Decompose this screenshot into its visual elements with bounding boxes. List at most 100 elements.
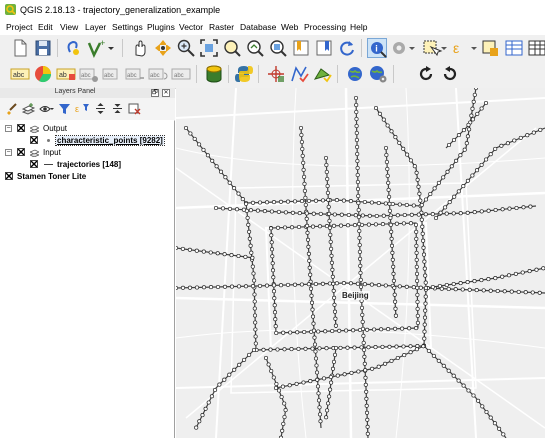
layer-group-input[interactable]: − Input bbox=[0, 147, 174, 158]
pin-label-button[interactable]: abc bbox=[79, 64, 99, 84]
menu-raster[interactable]: Raster bbox=[209, 22, 234, 32]
characteristic-points-visibility-checkbox[interactable] bbox=[30, 136, 38, 144]
characteristic-point-marker bbox=[187, 285, 193, 290]
new-bookmark-button[interactable] bbox=[291, 38, 311, 58]
refresh-button[interactable] bbox=[337, 38, 357, 58]
rotate-label-button[interactable]: abc bbox=[148, 64, 168, 84]
add-vector-button[interactable]: + bbox=[86, 38, 116, 58]
attribute-table-button[interactable] bbox=[504, 38, 524, 58]
output-visibility-checkbox[interactable] bbox=[17, 124, 25, 132]
characteristic-point-marker bbox=[408, 344, 413, 349]
layer-stamen-toner-lite[interactable]: Stamen Toner Lite bbox=[0, 171, 174, 182]
select-features-button[interactable] bbox=[421, 38, 447, 58]
characteristic-point-marker bbox=[394, 221, 399, 226]
remove-layer-button[interactable] bbox=[128, 102, 141, 115]
filter-legend-button[interactable] bbox=[58, 102, 71, 115]
map-canvas[interactable]: Beijing bbox=[176, 88, 545, 438]
manage-visibility-button[interactable] bbox=[39, 102, 54, 115]
menu-vector[interactable]: Vector bbox=[179, 22, 203, 32]
characteristic-point-marker bbox=[237, 362, 242, 367]
select-by-value-button[interactable]: ε bbox=[451, 38, 477, 58]
georeferencer-button[interactable] bbox=[266, 64, 286, 84]
pan-button[interactable] bbox=[130, 38, 150, 58]
db-manager-button[interactable] bbox=[204, 64, 224, 84]
collapse-input-toggle[interactable]: − bbox=[5, 149, 12, 156]
characteristic-point-marker bbox=[331, 288, 336, 293]
characteristic-point-marker bbox=[348, 281, 353, 286]
show-bookmarks-button[interactable] bbox=[314, 38, 334, 58]
label-tool-button[interactable]: abc bbox=[10, 64, 30, 84]
characteristic-point-marker bbox=[272, 296, 277, 301]
characteristic-point-marker bbox=[354, 123, 359, 129]
close-panel-button[interactable]: ✕ bbox=[162, 89, 170, 97]
add-layer-button[interactable] bbox=[63, 38, 83, 58]
collapse-output-toggle[interactable]: − bbox=[5, 125, 12, 132]
diagram-tool-button[interactable] bbox=[33, 64, 53, 84]
field-calculator-icon bbox=[528, 40, 545, 56]
characteristic-point-marker bbox=[332, 309, 338, 314]
menu-processing[interactable]: Processing bbox=[304, 22, 346, 32]
zoom-to-selection-button[interactable] bbox=[222, 38, 242, 58]
menu-plugins[interactable]: Plugins bbox=[147, 22, 175, 32]
characteristic-point-marker bbox=[330, 328, 335, 334]
geometry-checker-button[interactable] bbox=[289, 64, 309, 84]
expand-all-button[interactable] bbox=[94, 102, 107, 115]
characteristic-point-marker bbox=[530, 290, 535, 295]
add-group-button[interactable] bbox=[22, 102, 35, 115]
zoom-in-button[interactable] bbox=[176, 38, 196, 58]
globe-settings-button[interactable] bbox=[368, 64, 388, 84]
characteristic-point-marker bbox=[273, 317, 278, 322]
rotate-counterclockwise-button[interactable] bbox=[440, 64, 460, 84]
menu-view[interactable]: View bbox=[60, 22, 78, 32]
show-label-button[interactable]: abc bbox=[102, 64, 122, 84]
menu-project[interactable]: Project bbox=[6, 22, 32, 32]
input-visibility-checkbox[interactable] bbox=[17, 148, 25, 156]
filter-by-expression-button[interactable]: ε bbox=[75, 102, 90, 115]
field-calculator-button[interactable] bbox=[527, 38, 545, 58]
rotate-clockwise-button[interactable] bbox=[416, 64, 436, 84]
collapse-all-button[interactable] bbox=[111, 102, 124, 115]
layer-styling-button[interactable] bbox=[5, 102, 18, 115]
characteristic-point-marker bbox=[479, 278, 484, 283]
layer-trajectories[interactable]: trajectories [148] bbox=[0, 159, 174, 170]
expression-filter-icon: ε bbox=[75, 104, 89, 114]
save-project-button[interactable] bbox=[33, 38, 53, 58]
characteristic-point-marker bbox=[270, 261, 275, 266]
characteristic-point-marker bbox=[324, 162, 329, 168]
zoom-native-button[interactable] bbox=[268, 38, 288, 58]
characteristic-point-marker bbox=[451, 281, 456, 287]
globe-button[interactable] bbox=[345, 64, 365, 84]
characteristic-point-marker bbox=[300, 153, 305, 158]
identify-button[interactable]: i bbox=[367, 38, 387, 58]
characteristic-point-marker bbox=[402, 353, 407, 358]
new-project-button[interactable] bbox=[10, 38, 30, 58]
move-label-button[interactable]: abc bbox=[125, 64, 145, 84]
characteristic-point-marker bbox=[250, 284, 256, 289]
layer-characteristic-points[interactable]: characteristic_points [9282] bbox=[0, 135, 174, 146]
characteristic-point-marker bbox=[305, 223, 310, 228]
deselect-all-button[interactable] bbox=[480, 38, 500, 58]
menu-help[interactable]: Help bbox=[350, 22, 367, 32]
float-panel-button[interactable]: 🗗 bbox=[151, 89, 159, 97]
stamen-visibility-checkbox[interactable] bbox=[5, 172, 13, 180]
layer-group-output[interactable]: − Output bbox=[0, 123, 174, 134]
characteristic-point-marker bbox=[337, 328, 342, 333]
menu-edit[interactable]: Edit bbox=[38, 22, 53, 32]
menu-layer[interactable]: Layer bbox=[85, 22, 106, 32]
pan-to-selection-button[interactable] bbox=[153, 38, 173, 58]
layer-labeling-button[interactable]: ab bbox=[56, 64, 76, 84]
zoom-full-button[interactable] bbox=[199, 38, 219, 58]
zoom-to-layer-button[interactable] bbox=[245, 38, 265, 58]
characteristic-point-marker bbox=[418, 285, 423, 290]
trajectories-visibility-checkbox[interactable] bbox=[30, 160, 38, 168]
change-label-button[interactable]: abc bbox=[171, 64, 191, 84]
topology-checker-button[interactable] bbox=[312, 64, 332, 84]
menu-web[interactable]: Web bbox=[281, 22, 298, 32]
menu-settings[interactable]: Settings bbox=[112, 22, 143, 32]
menu-database[interactable]: Database bbox=[240, 22, 276, 32]
characteristic-point-marker bbox=[376, 364, 381, 369]
characteristic-point-marker bbox=[303, 346, 308, 351]
action-button[interactable] bbox=[390, 38, 416, 58]
characteristic-point-marker bbox=[236, 191, 241, 196]
python-console-button[interactable] bbox=[234, 64, 254, 84]
